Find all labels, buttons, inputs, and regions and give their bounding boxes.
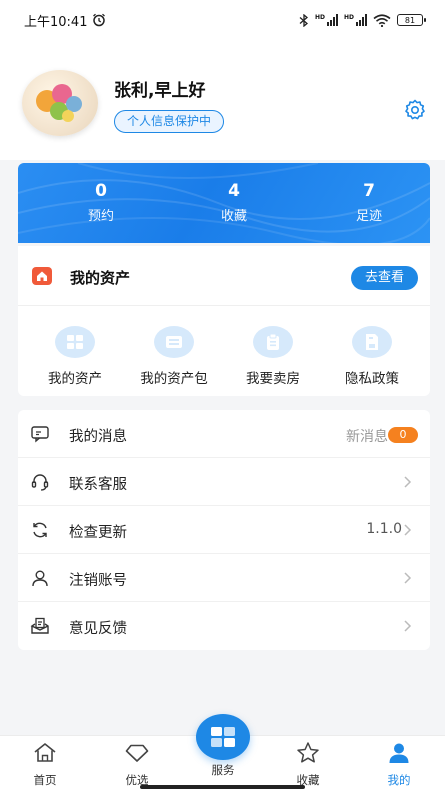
wifi-icon (373, 13, 391, 27)
assets-header: 我的资产 去查看 (18, 246, 430, 306)
menu-label: 检查更新 (69, 525, 127, 541)
stats-card: 0 预约 4 收藏 7 足迹 (18, 163, 430, 243)
tab-favorites[interactable]: 收藏 (278, 740, 338, 788)
asset-label: 我的资产包 (140, 371, 208, 387)
stat-history[interactable]: 7 足迹 (314, 181, 424, 224)
profile-header: 张利,早上好 个人信息保护中 (22, 70, 427, 140)
view-assets-button[interactable]: 去查看 (351, 266, 418, 290)
menu-label: 意见反馈 (69, 621, 127, 637)
diamond-icon (125, 744, 149, 762)
stat-value: 4 (228, 181, 240, 201)
privacy-badge[interactable]: 个人信息保护中 (114, 110, 225, 133)
menu-label: 联系客服 (69, 477, 127, 493)
package-icon (154, 326, 194, 358)
alarm-icon (93, 13, 106, 27)
tab-label: 服务 (211, 763, 235, 777)
status-bar: 上午10:41 HD HD 81 (0, 0, 445, 40)
tab-service-button[interactable] (196, 714, 250, 760)
avatar[interactable] (22, 70, 98, 136)
stat-label: 收藏 (220, 209, 247, 224)
headset-icon (31, 474, 49, 491)
tab-label: 首页 (33, 773, 57, 787)
tab-mine[interactable]: 我的 (369, 740, 429, 788)
settings-menu: 我的消息 新消息 0 联系客服 检查更新 1.1.0 注销账号 意见反馈 (18, 410, 430, 650)
new-message-hint: 新消息 (346, 429, 388, 445)
stat-value: 7 (363, 181, 375, 201)
clipboard-icon (253, 326, 293, 358)
feedback-icon (30, 617, 49, 634)
stat-label: 足迹 (355, 209, 382, 224)
tab-featured[interactable]: 优选 (107, 740, 167, 788)
signal-icon: HD (315, 14, 338, 26)
asset-item-privacy-policy[interactable]: 隐私政策 (320, 326, 424, 387)
home-icon (34, 743, 56, 762)
menu-item-feedback[interactable]: 意见反馈 (18, 602, 430, 650)
signal-icon: HD (344, 14, 367, 26)
chevron-right-icon (404, 572, 412, 584)
menu-label: 我的消息 (69, 429, 127, 445)
message-icon (31, 426, 49, 443)
status-time: 上午10:41 (24, 14, 88, 30)
refresh-icon (33, 522, 47, 538)
document-icon (352, 326, 392, 358)
stat-appointments[interactable]: 0 预约 (46, 181, 156, 224)
star-icon (297, 742, 319, 763)
grid-icon (55, 326, 95, 358)
home-asset-icon (32, 267, 52, 285)
stat-favorites[interactable]: 4 收藏 (179, 181, 289, 224)
stat-value: 0 (95, 181, 107, 201)
menu-item-customer-service[interactable]: 联系客服 (18, 458, 430, 506)
user-icon (32, 570, 48, 587)
asset-item-asset-package[interactable]: 我的资产包 (122, 326, 226, 387)
user-filled-icon (389, 743, 409, 763)
tab-home[interactable]: 首页 (15, 740, 75, 788)
stat-label: 预约 (87, 209, 114, 224)
menu-item-check-update[interactable]: 检查更新 1.1.0 (18, 506, 430, 554)
menu-item-deregister[interactable]: 注销账号 (18, 554, 430, 602)
user-greeting: 张利,早上好 (114, 81, 206, 101)
tab-label: 我的 (387, 773, 411, 787)
service-grid-icon (211, 727, 235, 747)
chevron-right-icon (404, 476, 412, 488)
menu-label: 注销账号 (69, 573, 127, 589)
assets-card: 我的资产 去查看 我的资产 我的资产包 我要卖房 隐私政策 (18, 246, 430, 396)
asset-label: 隐私政策 (345, 371, 399, 387)
gear-icon[interactable] (403, 98, 427, 122)
asset-item-sell-house[interactable]: 我要卖房 (221, 326, 325, 387)
asset-label: 我的资产 (48, 371, 102, 387)
battery-icon: 81 (397, 14, 426, 26)
asset-label: 我要卖房 (246, 371, 300, 387)
bluetooth-icon (299, 13, 308, 27)
chevron-right-icon (404, 620, 412, 632)
chevron-right-icon (404, 524, 412, 536)
menu-item-messages[interactable]: 我的消息 新消息 0 (18, 410, 430, 458)
message-count-badge: 0 (388, 427, 418, 443)
version-number: 1.1.0 (366, 521, 402, 537)
asset-item-my-assets[interactable]: 我的资产 (23, 326, 127, 387)
home-indicator (140, 785, 305, 789)
assets-title: 我的资产 (70, 269, 131, 287)
